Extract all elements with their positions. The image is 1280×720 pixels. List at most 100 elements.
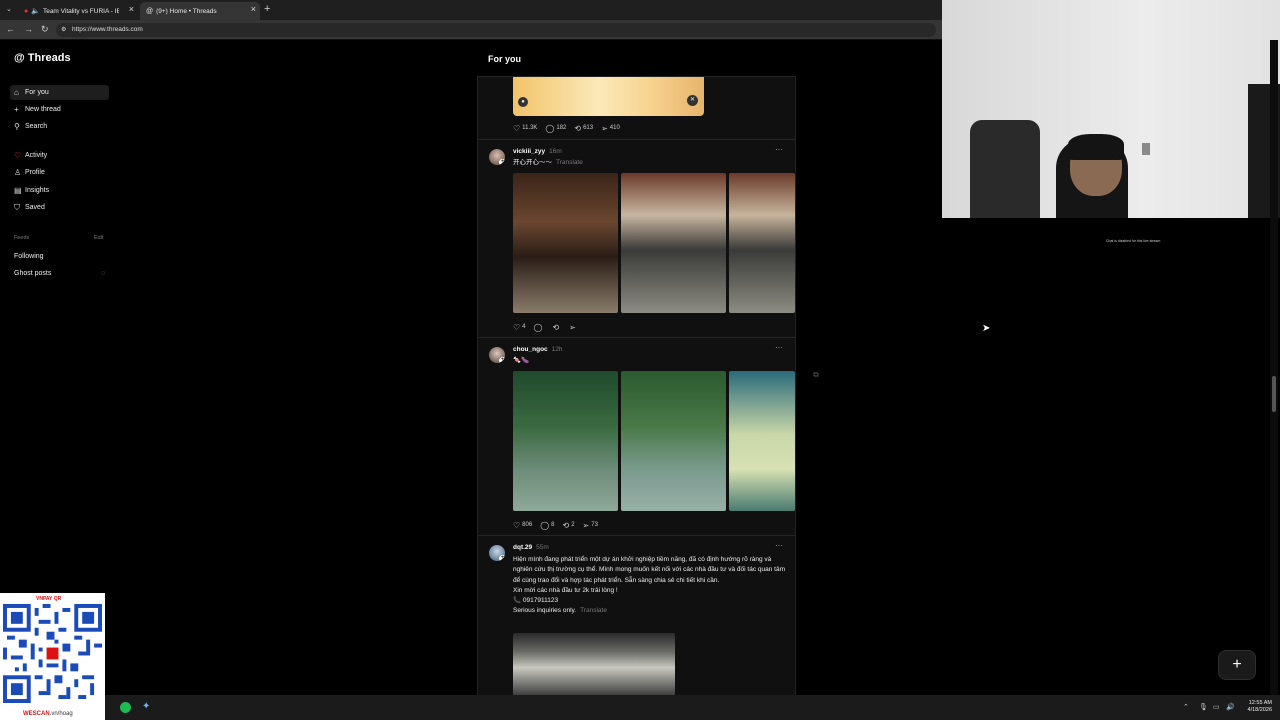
back-arrow-icon[interactable]: ←	[6, 24, 15, 34]
avatar[interactable]: +	[489, 149, 505, 165]
translate-link[interactable]: Translate	[580, 607, 607, 614]
mouse-cursor-icon: ➤	[982, 323, 991, 334]
user-tag-icon[interactable]: ●	[518, 97, 528, 107]
like-button[interactable]: ♡ 11.3K	[513, 124, 537, 133]
close-tab-icon[interactable]: ×	[129, 4, 134, 14]
wescan-brand: WESCAN.vn/hoag	[23, 711, 73, 717]
comment-icon: ◯	[545, 123, 555, 133]
post-dqt29: + dqt.29 55m ··· Hiện mình đang phát triể…	[478, 536, 795, 695]
heart-icon: ♡	[14, 151, 22, 160]
tray-chevron-icon[interactable]: ⌃	[1183, 703, 1189, 711]
new-thread-fab-button[interactable]: +	[1218, 650, 1256, 680]
feed-ghost-posts[interactable]: Ghost posts ◌	[10, 266, 109, 281]
follow-plus-icon[interactable]: +	[499, 357, 505, 363]
steam-icon[interactable]: ✦	[142, 701, 150, 712]
copy-link-icon[interactable]: ⧉	[813, 370, 819, 380]
heart-icon: ♡	[513, 520, 521, 530]
post-text: 🍬🍆	[513, 357, 530, 364]
tab-title: Team Vitality vs FURIA - IEM Ri	[42, 7, 119, 15]
webcam-overlay	[942, 0, 1280, 218]
nav-search[interactable]: ⚲ Search	[10, 119, 109, 134]
spotify-icon[interactable]	[120, 702, 131, 713]
ghost-icon: ◌	[100, 270, 105, 277]
threads-logo[interactable]: @ Threads	[14, 52, 71, 64]
reply-button[interactable]: ◯	[534, 323, 545, 332]
page-scrollbar[interactable]	[1270, 40, 1278, 695]
repost-icon: ⟲	[562, 520, 570, 530]
repost-icon: ⟲	[574, 123, 582, 133]
post-time: 55m	[536, 544, 549, 551]
volume-icon[interactable]: 🔊	[1226, 703, 1235, 711]
share-button[interactable]: ➢ 410	[601, 124, 620, 133]
share-icon: ➢	[582, 520, 590, 530]
close-tab-icon[interactable]: ×	[251, 4, 256, 14]
follow-plus-icon[interactable]: +	[499, 555, 505, 561]
browser-tab-bar: ⌄ ● 🔈 Team Vitality vs FURIA - IEM Ri × …	[0, 0, 942, 20]
post-chou-ngoc: + chou_ngoc 12h ··· 🍬🍆 ♡ 806 ◯ 8 ⟲ 2 ➢ 73	[478, 338, 795, 536]
feed-column: ● ✕ ♡ 11.3K ◯ 182 ⟲ 613 ➢ 410 + vickiii_zyy 1…	[477, 76, 796, 695]
nav-profile[interactable]: ♙ Profile	[10, 165, 109, 180]
like-button[interactable]: ♡ 806	[513, 521, 532, 530]
post-image[interactable]	[513, 173, 618, 313]
post-image[interactable]	[513, 633, 675, 695]
share-button[interactable]: ➢	[569, 323, 578, 332]
nav-activity[interactable]: ♡ Activity	[10, 148, 109, 163]
qr-code-image	[3, 604, 102, 703]
repost-button[interactable]: ⟲	[552, 323, 561, 332]
avatar[interactable]: +	[489, 347, 505, 363]
more-options-icon[interactable]: ···	[775, 145, 783, 154]
post-image[interactable]	[729, 371, 795, 511]
post-image[interactable]	[513, 371, 618, 511]
network-icon[interactable]: ▭	[1213, 703, 1220, 711]
mute-icon[interactable]: ✕	[687, 95, 698, 106]
feeds-edit-link[interactable]: Edit	[94, 235, 103, 241]
audio-playing-icon: ●	[24, 7, 29, 15]
repost-button[interactable]: ⟲ 613	[574, 124, 593, 133]
tab-threads-home[interactable]: @ (9+) Home • Threads ×	[140, 2, 260, 20]
url-field[interactable]: ⚙ https://www.threads.com	[56, 23, 936, 37]
feed-following[interactable]: Following	[10, 249, 109, 264]
post-image[interactable]	[621, 173, 726, 313]
comment-icon: ◯	[533, 322, 543, 332]
feeds-heading: Feeds	[14, 235, 30, 241]
post-video[interactable]: ● ✕	[513, 77, 704, 116]
reload-icon[interactable]: ↻	[41, 24, 49, 35]
heart-icon: ♡	[513, 322, 521, 332]
post-actions: ♡ 4 ◯ ⟲ ➢	[513, 322, 586, 332]
post-username[interactable]: vickiii_zyy 16m	[513, 148, 562, 155]
forward-arrow-icon[interactable]: →	[24, 24, 33, 34]
wall-switch	[1142, 143, 1150, 155]
headset	[1068, 134, 1124, 160]
nav-for-you[interactable]: ⌂ For you	[10, 85, 109, 100]
like-button[interactable]: ♡ 4	[513, 323, 526, 332]
more-options-icon[interactable]: ···	[775, 541, 783, 550]
follow-plus-icon[interactable]: +	[499, 159, 505, 165]
reply-button[interactable]: ◯ 182	[545, 124, 566, 133]
translate-link[interactable]: Translate	[556, 159, 583, 166]
threads-at-icon: @	[14, 52, 25, 64]
bookmark-icon: ⛉	[14, 202, 20, 212]
new-tab-plus-icon[interactable]: +	[264, 3, 270, 15]
tab-vitality-furia[interactable]: ● 🔈 Team Vitality vs FURIA - IEM Ri ×	[18, 2, 138, 20]
share-button[interactable]: ➢ 73	[583, 521, 598, 530]
nav-saved[interactable]: ⛉ Saved	[10, 200, 109, 215]
reply-button[interactable]: ◯ 8	[540, 521, 554, 530]
comment-icon: ◯	[540, 520, 550, 530]
post-username[interactable]: chou_ngoc 12h	[513, 346, 563, 353]
nav-insights[interactable]: ▤ Insights	[10, 183, 109, 198]
home-icon: ⌂	[14, 88, 19, 97]
post-username[interactable]: dqt.29 55m	[513, 544, 549, 551]
post-image[interactable]	[621, 371, 726, 511]
nav-new-thread[interactable]: + New thread	[10, 102, 109, 117]
mic-icon[interactable]: 🎙	[1199, 703, 1208, 711]
avatar[interactable]: +	[489, 545, 505, 561]
repost-button[interactable]: ⟲ 2	[562, 521, 574, 530]
search-icon: ⚲	[14, 122, 20, 131]
tab-list-chevron-icon[interactable]: ⌄	[6, 5, 12, 13]
more-options-icon[interactable]: ···	[775, 343, 783, 352]
site-info-icon[interactable]: ⚙	[61, 23, 66, 37]
taskbar-clock[interactable]: 12:55 AM 4/18/2026	[1236, 700, 1272, 714]
post-image[interactable]	[729, 173, 795, 313]
speaker-icon[interactable]: 🔈	[31, 7, 40, 15]
scrollbar-thumb[interactable]	[1272, 376, 1276, 412]
